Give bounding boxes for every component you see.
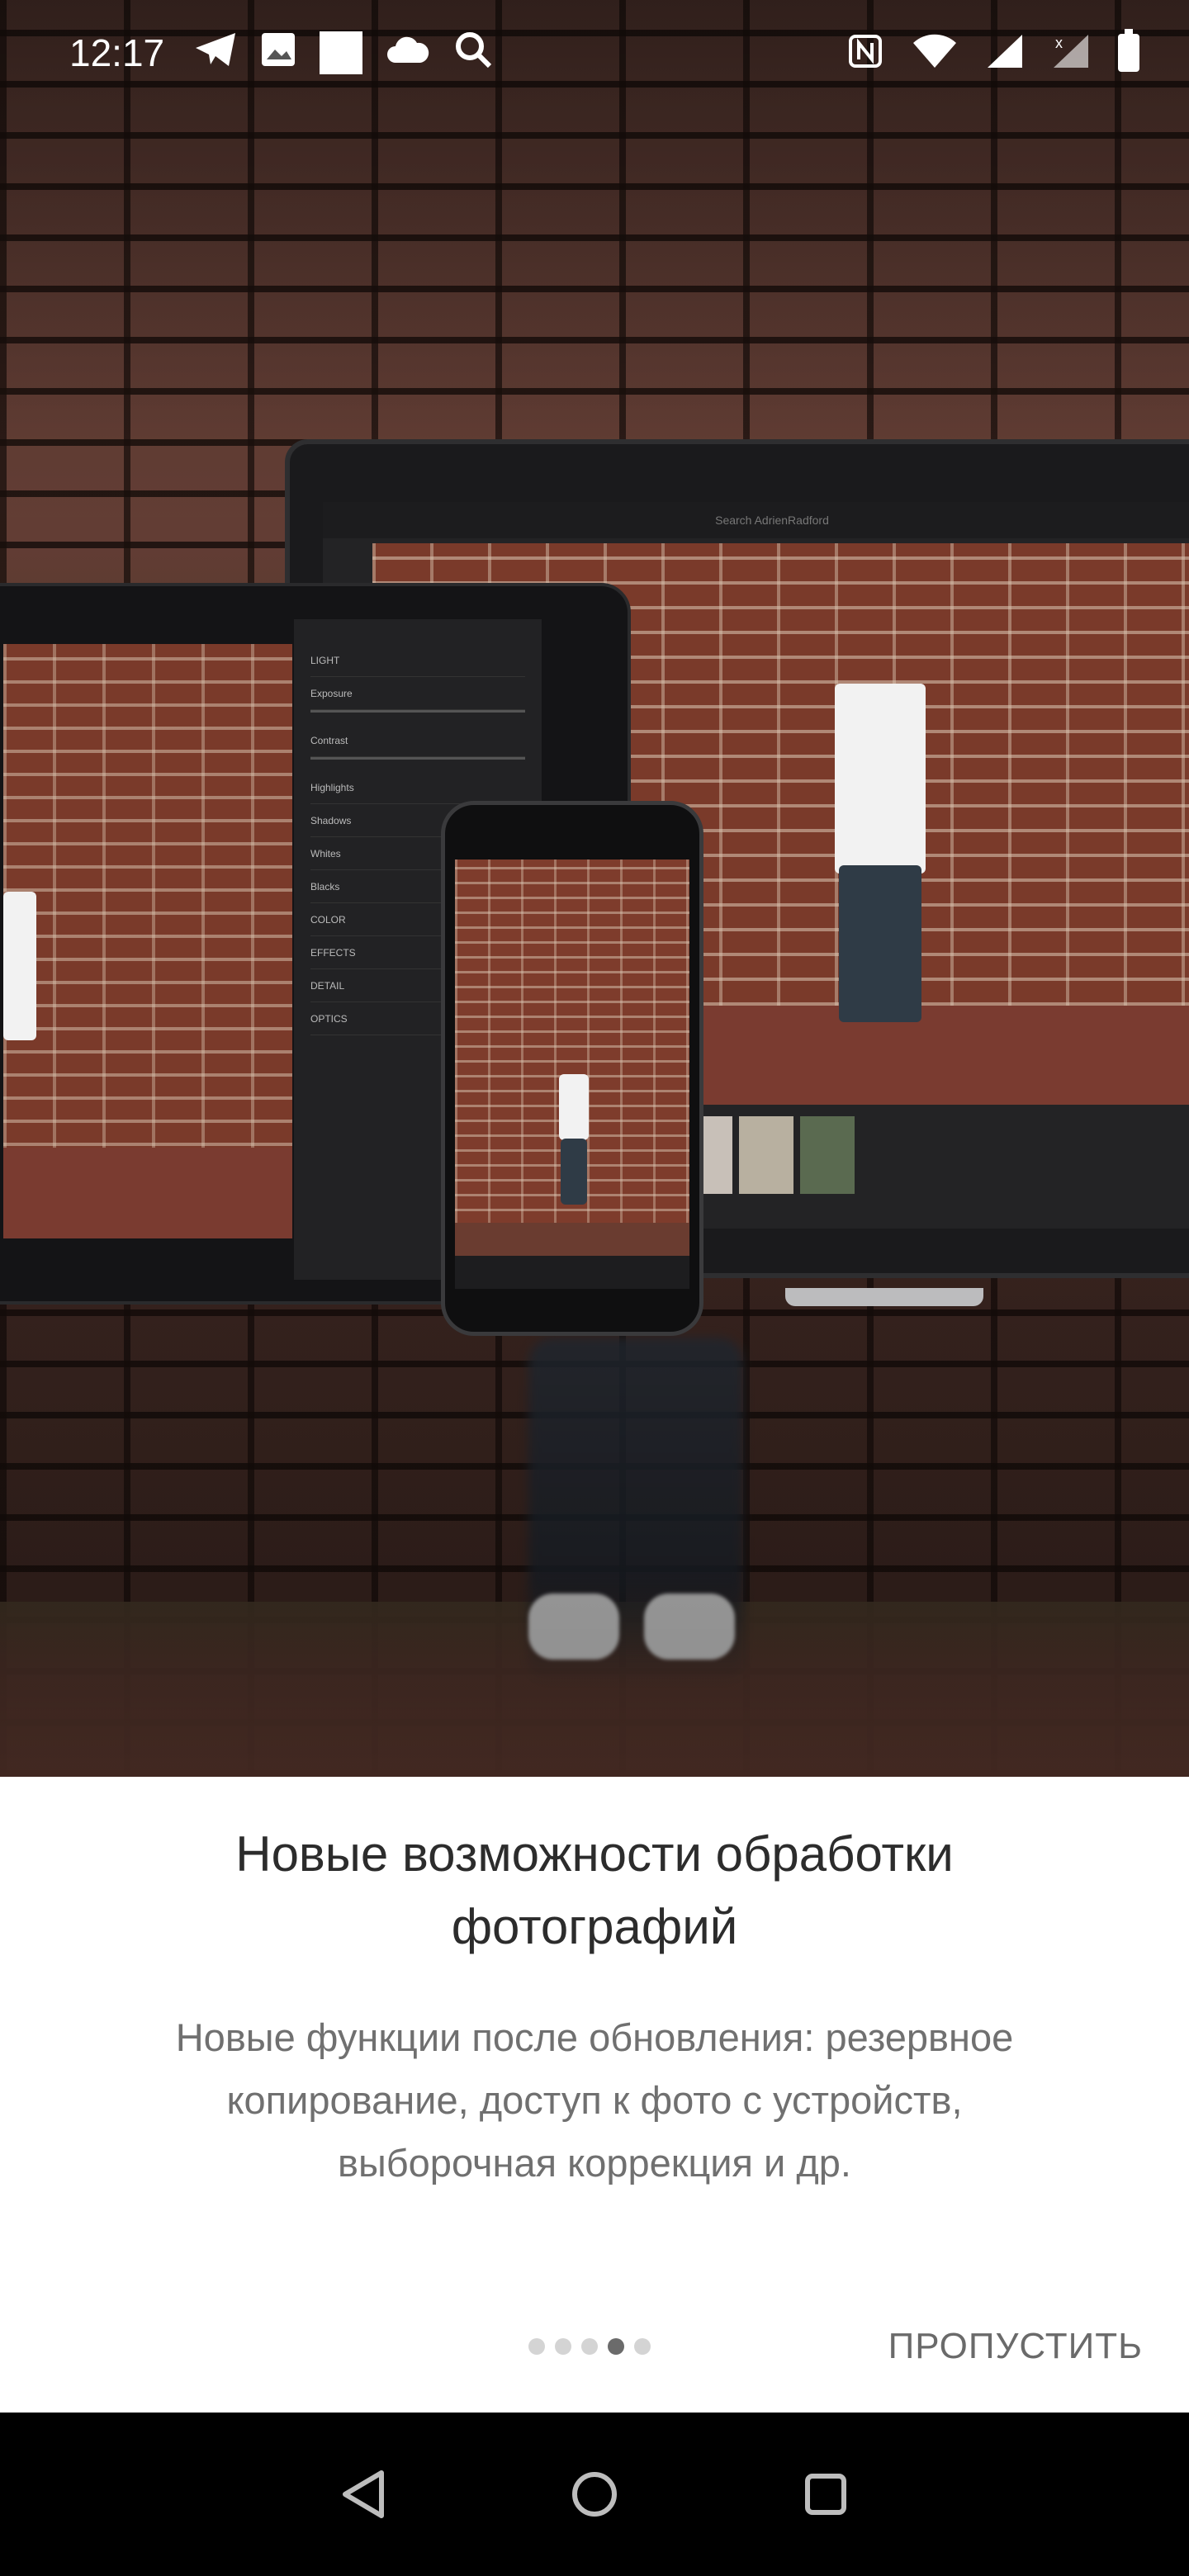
status-time: 12:17 — [69, 31, 165, 74]
svg-text:x: x — [1055, 35, 1063, 51]
phone-mockup — [441, 801, 703, 1336]
film-thumbnail — [800, 1116, 855, 1194]
page-dot — [581, 2338, 598, 2355]
phone-photo-person-legs — [561, 1139, 587, 1205]
onboarding-title: Новые возможности обработки фотографий — [235, 1826, 954, 1954]
signal-x-icon: x — [1052, 33, 1090, 73]
page-dot — [555, 2338, 571, 2355]
back-icon — [343, 2470, 384, 2518]
telegram-icon — [194, 31, 237, 74]
hero-image: Search AdrienRadford LIGHT Exposure Cont… — [0, 0, 1189, 1777]
page-dot-active — [608, 2338, 624, 2355]
tablet-photo-person — [3, 892, 36, 1040]
onboarding-description: Новые функции после обновления: резервно… — [175, 2015, 1014, 2185]
cloud-icon — [386, 35, 430, 71]
phone-photo-person — [559, 1074, 589, 1140]
panel-item: LIGHT — [310, 644, 525, 677]
back-button[interactable] — [330, 2461, 396, 2527]
status-right-icons: x — [847, 29, 1139, 73]
system-nav-bar — [0, 2413, 1189, 2576]
recents-button[interactable] — [793, 2461, 859, 2527]
laptop-photo-person-legs — [839, 865, 921, 1022]
film-thumbnail — [739, 1116, 793, 1194]
search-icon — [453, 30, 493, 76]
battery-icon — [1118, 29, 1139, 72]
image-icon — [260, 31, 296, 74]
phone-photo-walkway — [455, 1223, 689, 1256]
laptop-photo-person — [835, 684, 926, 874]
home-icon — [572, 2472, 617, 2517]
panel-slider — [310, 710, 525, 713]
signal-icon — [986, 33, 1024, 73]
skip-button[interactable]: ПРОПУСТИТЬ — [888, 2322, 1143, 2371]
tablet-photo-walkway — [3, 1148, 292, 1238]
wifi-icon — [912, 33, 958, 73]
tablet-photo — [3, 644, 292, 1238]
panel-item: Highlights — [310, 771, 525, 804]
home-button[interactable] — [561, 2461, 628, 2527]
laptop-search-bar: Search AdrienRadford — [323, 502, 1189, 538]
phone-toolbar — [455, 1256, 689, 1289]
page-dot — [528, 2338, 545, 2355]
recents-icon — [805, 2474, 846, 2515]
nfc-icon — [847, 33, 883, 73]
page-indicator — [528, 2338, 651, 2355]
panel-item: Contrast — [310, 724, 525, 757]
onboarding-card: Новые возможности обработки фотографий Н… — [0, 1777, 1189, 2413]
panel-item: Exposure — [310, 677, 525, 710]
status-bar: 12:17 x — [0, 0, 1189, 106]
square-icon — [320, 31, 363, 74]
laptop-search-text: Search AdrienRadford — [715, 514, 829, 527]
page-dot — [634, 2338, 651, 2355]
laptop-base — [785, 1288, 983, 1306]
panel-slider — [310, 757, 525, 760]
phone-photo — [455, 859, 689, 1256]
